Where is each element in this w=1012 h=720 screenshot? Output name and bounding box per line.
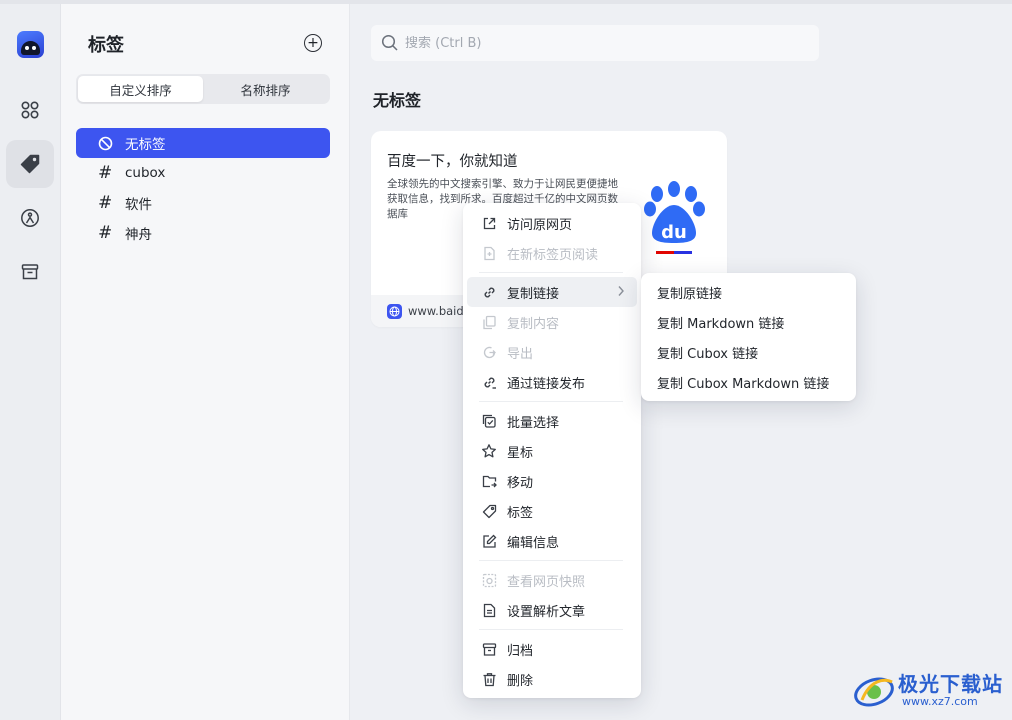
menu-item-delete[interactable]: 删除	[467, 664, 637, 694]
menu-item-archive[interactable]: 归档	[467, 634, 637, 664]
nav-rail	[0, 4, 61, 720]
hash-icon: #	[98, 223, 113, 243]
copy-link-submenu: 复制原链接 复制 Markdown 链接 复制 Cubox 链接 复制 Cubo…	[641, 273, 856, 401]
add-tag-button[interactable]: +	[304, 34, 322, 52]
submenu-copy-cubox-markdown-link[interactable]: 复制 Cubox Markdown 链接	[645, 367, 852, 397]
menu-item-publish-link[interactable]: 通过链接发布	[467, 367, 637, 397]
article-icon	[481, 602, 497, 618]
reading-icon	[21, 209, 39, 227]
menu-item-parse-article[interactable]: 设置解析文章	[467, 595, 637, 625]
tag-item-shenzhou[interactable]: # 神舟	[76, 218, 330, 248]
tag-label: 软件	[125, 197, 152, 213]
card-domain: www.baid	[408, 304, 464, 318]
trash-icon	[481, 671, 497, 687]
sort-custom-tab[interactable]: 自定义排序	[78, 76, 203, 102]
star-icon	[481, 443, 497, 459]
publish-link-icon	[481, 374, 497, 390]
tag-icon	[481, 503, 497, 519]
link-icon	[481, 284, 497, 300]
watermark-name: 极光下载站	[898, 672, 1003, 696]
context-menu: 访问原网页 在新标签页阅读 复制链接 复制内容 导出 通过链接发布 批量选择 星…	[463, 203, 641, 698]
menu-label: 通过链接发布	[507, 376, 586, 392]
nav-all-items[interactable]	[6, 86, 54, 134]
plus-icon: +	[307, 35, 319, 51]
sort-name-tab[interactable]: 名称排序	[203, 76, 328, 102]
nav-tags[interactable]	[6, 140, 54, 188]
submenu-copy-cubox-link[interactable]: 复制 Cubox 链接	[645, 337, 852, 367]
archive-icon	[481, 641, 497, 657]
menu-label: 星标	[507, 445, 534, 461]
edit-icon	[481, 533, 497, 549]
menu-label: 移动	[507, 475, 534, 491]
menu-label: 复制内容	[507, 316, 560, 332]
menu-label: 删除	[507, 673, 534, 689]
menu-label: 访问原网页	[507, 217, 573, 233]
card-title: 百度一下，你就知道	[387, 154, 518, 170]
hash-icon: #	[98, 163, 113, 183]
menu-divider	[479, 560, 623, 561]
tag-item-untagged[interactable]: 无标签	[76, 128, 330, 158]
svg-text:du: du	[661, 222, 687, 243]
copy-icon	[481, 314, 497, 330]
menu-label: 归档	[507, 643, 534, 659]
menu-item-copy-content[interactable]: 复制内容	[467, 307, 637, 337]
export-icon	[481, 344, 497, 360]
no-tag-icon	[98, 136, 116, 151]
sort-toggle: 自定义排序 名称排序	[76, 74, 330, 104]
archive-icon	[21, 264, 39, 280]
globe-icon	[387, 303, 402, 319]
menu-label: 编辑信息	[507, 535, 560, 551]
new-tab-icon	[481, 245, 497, 261]
tag-item-software[interactable]: # 软件	[76, 188, 330, 218]
menu-item-tag[interactable]: 标签	[467, 496, 637, 526]
submenu-copy-markdown-link[interactable]: 复制 Markdown 链接	[645, 307, 852, 337]
menu-label: 导出	[507, 346, 534, 362]
chevron-right-icon	[617, 285, 625, 301]
tag-item-cubox[interactable]: # cubox	[76, 158, 330, 188]
menu-item-batch-select[interactable]: 批量选择	[467, 406, 637, 436]
menu-label: 设置解析文章	[507, 604, 586, 620]
submenu-copy-original-link[interactable]: 复制原链接	[645, 277, 852, 307]
menu-divider	[479, 272, 623, 273]
hash-icon: #	[98, 193, 113, 213]
menu-item-copy-link[interactable]: 复制链接	[467, 277, 637, 307]
search-icon	[381, 34, 398, 51]
nav-archive[interactable]	[6, 248, 54, 296]
snapshot-icon	[481, 572, 497, 588]
tag-label: cubox	[125, 165, 166, 181]
menu-item-new-tab[interactable]: 在新标签页阅读	[467, 238, 637, 268]
external-link-icon	[481, 215, 497, 231]
section-title: 无标签	[373, 91, 422, 110]
watermark: 极光下载站 www.xz7.com	[852, 668, 1008, 714]
search-bar[interactable]	[371, 25, 819, 61]
card-thumbnail: du	[635, 179, 715, 259]
nav-reading[interactable]	[6, 194, 54, 242]
batch-select-icon	[481, 413, 497, 429]
tags-panel: 标签 + 自定义排序 名称排序 无标签 # cubox # 软件 # 神舟	[61, 4, 350, 720]
tag-label: 无标签	[125, 137, 166, 153]
watermark-logo	[854, 677, 894, 707]
baidu-paw-logo: du	[644, 181, 705, 254]
tag-icon	[20, 154, 40, 174]
menu-divider	[479, 629, 623, 630]
watermark-url: www.xz7.com	[902, 695, 978, 708]
menu-label: 标签	[507, 505, 534, 521]
menu-item-view-snapshot[interactable]: 查看网页快照	[467, 565, 637, 595]
search-input[interactable]	[405, 35, 785, 51]
menu-item-open-original[interactable]: 访问原网页	[467, 208, 637, 238]
panel-title: 标签	[88, 35, 124, 56]
menu-divider	[479, 401, 623, 402]
apps-icon	[21, 101, 39, 119]
menu-label: 查看网页快照	[507, 574, 586, 590]
menu-item-star[interactable]: 星标	[467, 436, 637, 466]
menu-item-export[interactable]: 导出	[467, 337, 637, 367]
app-logo	[17, 31, 44, 58]
menu-item-edit-info[interactable]: 编辑信息	[467, 526, 637, 556]
tag-label: 神舟	[125, 227, 152, 243]
menu-label: 批量选择	[507, 415, 560, 431]
menu-label: 复制链接	[507, 286, 560, 302]
move-icon	[481, 473, 497, 489]
menu-item-move[interactable]: 移动	[467, 466, 637, 496]
menu-label: 在新标签页阅读	[507, 247, 599, 263]
